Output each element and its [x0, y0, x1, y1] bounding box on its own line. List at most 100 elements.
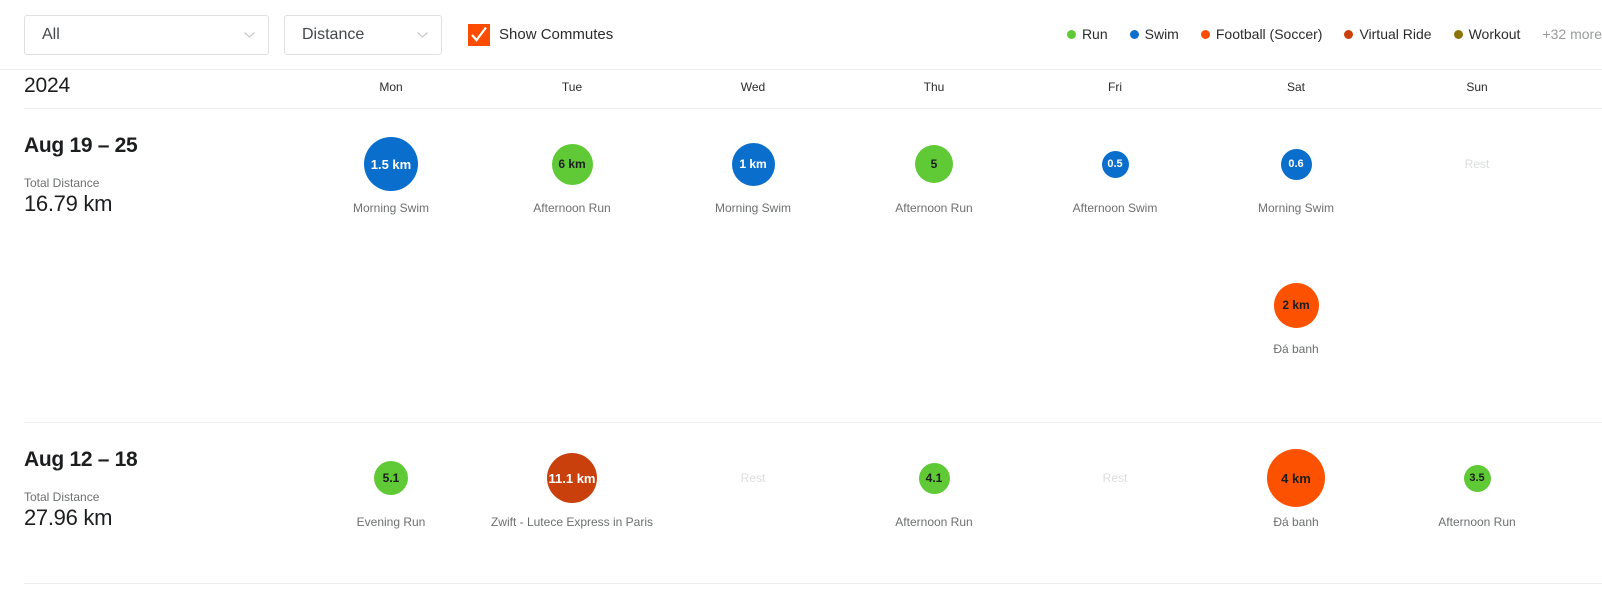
day-column-header: Thu	[923, 80, 945, 94]
activity-bubble[interactable]: 2 km	[1273, 282, 1319, 328]
legend-color-dot-icon	[1129, 29, 1139, 39]
sort-by-select-value: Distance	[302, 25, 365, 43]
chevron-down-icon	[416, 28, 429, 41]
day-column-header: Fri	[1108, 80, 1122, 94]
activity-bubble[interactable]: 5.1	[374, 461, 408, 495]
activity-bubble-wrapper: 6 km	[483, 134, 661, 194]
activity-bubble[interactable]: 0.5	[1101, 150, 1129, 178]
activity-type-legend: Run Swim Football (Soccer) Virtual Ride Work…	[1066, 26, 1602, 42]
activity-cell: 1 km Morning Swim	[664, 134, 842, 215]
activity-bubble-wrapper: 3.5	[1388, 448, 1566, 508]
activity-name-label[interactable]: Đá banh	[1207, 342, 1385, 356]
activity-bubble-wrapper: 0.5	[1026, 134, 1204, 194]
checkbox-checked-icon[interactable]	[468, 23, 490, 46]
activity-cell: 3.5 Afternoon Run	[1388, 448, 1566, 529]
day-column-header: Sun	[1466, 80, 1488, 94]
activity-bubble-wrapper: 2 km	[1207, 275, 1385, 335]
activity-cell: 11.1 km Zwift - Lutece Express in Paris	[483, 448, 661, 529]
rest-day-cell: Rest	[1026, 448, 1204, 508]
activity-name-label[interactable]: Afternoon Run	[483, 201, 661, 215]
week-divider	[24, 583, 1602, 584]
activity-cell: 2 km Đá banh	[1207, 275, 1385, 356]
activity-bubble-wrapper: 11.1 km	[483, 448, 661, 508]
activity-bubble-wrapper: 1 km	[664, 134, 842, 194]
activity-bubble[interactable]: 11.1 km	[547, 453, 597, 503]
rest-day-cell: Rest	[664, 448, 842, 508]
total-distance-label: Total Distance	[24, 490, 100, 504]
activity-bubble-wrapper: 1.5 km	[302, 134, 480, 194]
show-commutes-toggle[interactable]: Show Commutes	[468, 23, 614, 46]
calendar-header: 2024 Mon Tue Wed Thu Fri Sat Sun	[0, 70, 1602, 108]
week-row: Aug 19 – 25 Total Distance 16.79 km 1.5 km M…	[0, 109, 1602, 422]
rest-label: Rest	[740, 471, 766, 485]
legend-item-label: Football (Soccer)	[1215, 26, 1323, 42]
legend-item[interactable]: Workout	[1453, 26, 1521, 42]
day-column-header: Mon	[379, 80, 403, 94]
activity-bubble-wrapper: 4.1	[845, 448, 1023, 508]
activity-type-select[interactable]: All	[24, 14, 269, 55]
activity-bubble[interactable]: 3.5	[1463, 464, 1491, 492]
week-range-label: Aug 19 – 25	[24, 134, 138, 157]
activity-name-label[interactable]: Đá banh	[1207, 515, 1385, 529]
total-distance-value: 16.79 km	[24, 191, 113, 216]
activity-name-label[interactable]: Afternoon Run	[845, 515, 1023, 529]
legend-more-link[interactable]: +32 more	[1542, 26, 1602, 42]
rest-label: Rest	[1464, 157, 1490, 171]
rest-label: Rest	[1102, 471, 1128, 485]
activity-bubble[interactable]: 0.6	[1280, 148, 1312, 180]
activity-bubble[interactable]: 1 km	[731, 142, 775, 186]
activity-bubble-wrapper: 5	[845, 134, 1023, 194]
activity-cell: 4 km Đá banh	[1207, 448, 1385, 529]
legend-color-dot-icon	[1344, 29, 1354, 39]
activity-bubble-wrapper: 0.6	[1207, 134, 1385, 194]
activity-name-label[interactable]: Afternoon Swim	[1026, 201, 1204, 215]
show-commutes-label: Show Commutes	[499, 26, 614, 43]
total-distance-label: Total Distance	[24, 176, 100, 190]
activity-name-label[interactable]: Morning Swim	[302, 201, 480, 215]
activity-bubble[interactable]: 5	[915, 145, 953, 183]
day-column-header: Sat	[1286, 80, 1306, 94]
activity-cell: 5 Afternoon Run	[845, 134, 1023, 215]
legend-color-dot-icon	[1200, 29, 1210, 39]
day-column-header: Wed	[740, 80, 766, 94]
legend-item-label: Virtual Ride	[1359, 26, 1432, 42]
activity-name-label[interactable]: Afternoon Run	[1388, 515, 1566, 529]
legend-item-label: Run	[1081, 26, 1108, 42]
activity-cell: 0.6 Morning Swim	[1207, 134, 1385, 215]
activity-cell: 1.5 km Morning Swim	[302, 134, 480, 215]
activity-bubble[interactable]: 6 km	[551, 143, 593, 185]
legend-item[interactable]: Run	[1066, 26, 1108, 42]
activity-bubble[interactable]: 1.5 km	[364, 137, 418, 191]
activity-cell: 5.1 Evening Run	[302, 448, 480, 529]
legend-item[interactable]: Virtual Ride	[1344, 26, 1432, 42]
sort-by-select[interactable]: Distance	[284, 14, 442, 55]
legend-item-label: Swim	[1144, 26, 1179, 42]
activity-name-label[interactable]: Morning Swim	[1207, 201, 1385, 215]
week-row: Aug 12 – 18 Total Distance 27.96 km 5.1 Even…	[0, 423, 1602, 583]
legend-item[interactable]: Swim	[1129, 26, 1179, 42]
legend-color-dot-icon	[1453, 29, 1463, 39]
week-range-label: Aug 12 – 18	[24, 448, 138, 471]
activity-bubble-wrapper: 5.1	[302, 448, 480, 508]
activity-bubble-wrapper: 4 km	[1207, 448, 1385, 508]
activity-name-label[interactable]: Afternoon Run	[845, 201, 1023, 215]
activity-bubble[interactable]: 4 km	[1267, 449, 1325, 507]
day-column-header: Tue	[561, 80, 583, 94]
activity-calendar: 2024 Mon Tue Wed Thu Fri Sat Sun Aug 19 – 25 To…	[0, 70, 1602, 584]
activity-bubble[interactable]: 4.1	[918, 462, 950, 494]
filter-toolbar: All Distance Show Commutes Run Swim Footba…	[0, 0, 1602, 70]
activity-name-label[interactable]: Evening Run	[302, 515, 480, 529]
chevron-down-icon	[243, 28, 256, 41]
activity-type-select-value: All	[42, 25, 60, 43]
total-distance-value: 27.96 km	[24, 505, 113, 530]
activity-cell: 4.1 Afternoon Run	[845, 448, 1023, 529]
activity-name-label[interactable]: Morning Swim	[664, 201, 842, 215]
year-label: 2024	[24, 74, 70, 97]
activity-cell: 6 km Afternoon Run	[483, 134, 661, 215]
legend-color-dot-icon	[1066, 29, 1076, 39]
activity-cell: 0.5 Afternoon Swim	[1026, 134, 1204, 215]
legend-item[interactable]: Football (Soccer)	[1200, 26, 1323, 42]
legend-item-label: Workout	[1468, 26, 1521, 42]
activity-name-label[interactable]: Zwift - Lutece Express in Paris	[483, 515, 661, 529]
rest-day-cell: Rest	[1388, 134, 1566, 194]
